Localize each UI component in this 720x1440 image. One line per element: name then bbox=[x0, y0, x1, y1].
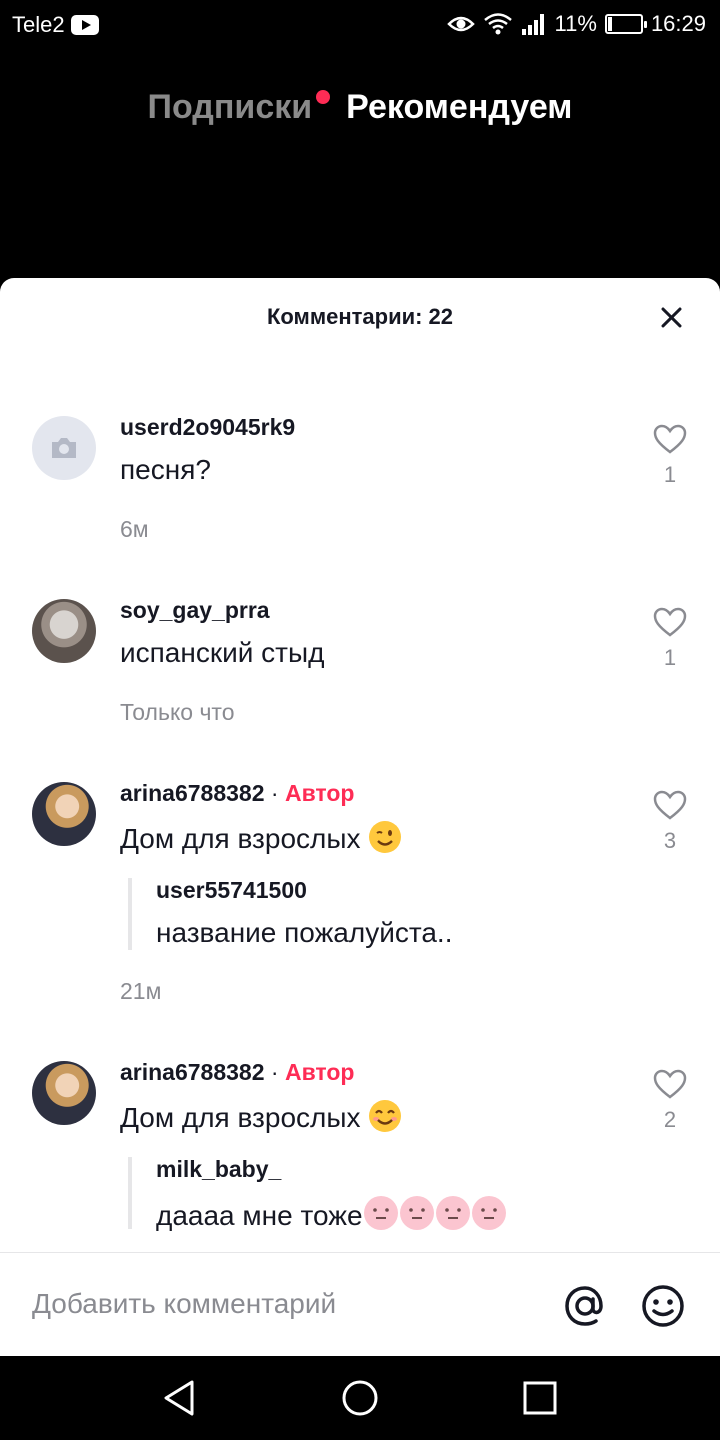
author-separator: · bbox=[270, 1059, 279, 1085]
like-count: 2 bbox=[663, 1107, 677, 1132]
tab-following-label: Подписки bbox=[147, 88, 313, 126]
reply-text-row: даааа мне тоже bbox=[156, 1195, 507, 1232]
like-button[interactable]: 2 bbox=[652, 1069, 688, 1133]
emoji-icon[interactable] bbox=[640, 1283, 686, 1329]
pink-face-emoji-icon bbox=[471, 1196, 506, 1230]
system-nav-bar bbox=[0, 1356, 720, 1440]
comment-text-row: Дом для взрослых bbox=[120, 820, 402, 855]
recents-icon[interactable] bbox=[520, 1378, 560, 1418]
comments-title: Комментарии: 22 bbox=[266, 304, 454, 329]
comment-input[interactable]: Добавить комментарий bbox=[32, 1288, 336, 1320]
heart-icon bbox=[653, 1069, 687, 1099]
comment-input-bar: Добавить комментарий bbox=[0, 1252, 720, 1356]
wifi-icon bbox=[483, 13, 512, 35]
avatar[interactable] bbox=[32, 416, 96, 480]
comment-text-row: Дом для взрослых bbox=[120, 1099, 402, 1134]
status-bar: Tele2 11% 16:29 bbox=[0, 0, 720, 50]
heart-icon bbox=[653, 607, 687, 637]
heart-icon bbox=[653, 424, 687, 454]
comment-username[interactable]: userd2o9045rk9 bbox=[120, 414, 295, 441]
at-icon[interactable] bbox=[562, 1283, 608, 1329]
comment-username: arina6788382 · Автор bbox=[120, 1059, 354, 1086]
home-icon[interactable] bbox=[340, 1378, 380, 1418]
comment-text: испанский стыд bbox=[120, 637, 325, 668]
status-icons: 11% 16:29 bbox=[446, 10, 706, 38]
comment-time: 6м bbox=[120, 516, 149, 542]
like-button[interactable]: 3 bbox=[652, 790, 688, 854]
avatar[interactable] bbox=[32, 1061, 96, 1125]
smile-emoji-icon bbox=[369, 1100, 402, 1132]
reply-username[interactable]: milk_baby_ bbox=[156, 1156, 281, 1183]
heart-icon bbox=[653, 790, 687, 820]
comment-time: Только что bbox=[120, 699, 235, 725]
back-icon[interactable] bbox=[160, 1378, 200, 1418]
wink-emoji-icon bbox=[369, 821, 402, 853]
comment-username-text[interactable]: arina6788382 bbox=[120, 1059, 265, 1085]
comment-text: Дом для взрослых bbox=[120, 1102, 361, 1133]
notification-dot bbox=[316, 90, 331, 104]
reply-text: даааа мне тоже bbox=[156, 1200, 363, 1231]
close-icon[interactable] bbox=[656, 302, 688, 334]
like-count: 1 bbox=[663, 645, 677, 670]
tab-for-you[interactable]: Рекомендуем bbox=[346, 88, 572, 127]
battery-fill bbox=[607, 17, 612, 31]
comment-username: arina6788382 · Автор bbox=[120, 780, 354, 807]
like-count: 3 bbox=[663, 828, 677, 853]
tab-for-you-label: Рекомендуем bbox=[346, 88, 573, 126]
feed-tabs: Подписки Рекомендуем bbox=[0, 88, 720, 127]
carrier-name: Tele2 bbox=[12, 12, 65, 37]
eye-icon bbox=[446, 16, 475, 32]
pink-face-emoji-icon bbox=[399, 1196, 434, 1230]
tab-following[interactable]: Подписки bbox=[147, 88, 331, 127]
avatar[interactable] bbox=[32, 599, 96, 663]
pink-face-emoji-icon bbox=[435, 1196, 470, 1230]
comment-text: песня? bbox=[120, 454, 211, 485]
comment-text: Дом для взрослых bbox=[120, 823, 361, 854]
avatar[interactable] bbox=[32, 782, 96, 846]
carrier: Tele2 bbox=[12, 12, 99, 38]
clock: 16:29 bbox=[650, 11, 706, 36]
signal-icon bbox=[521, 14, 544, 35]
comments-sheet: Комментарии: 22 userd2o9045rk9 песня? 6м… bbox=[0, 278, 720, 1356]
author-badge: Автор bbox=[284, 780, 355, 806]
like-count: 1 bbox=[663, 462, 677, 487]
reply-divider bbox=[128, 878, 132, 950]
comment-username[interactable]: soy_gay_prra bbox=[120, 597, 270, 624]
sheet-header: Комментарии: 22 bbox=[0, 278, 720, 358]
comment-time: 21м bbox=[120, 978, 162, 1004]
reply-username[interactable]: user55741500 bbox=[156, 877, 307, 904]
like-button[interactable]: 1 bbox=[652, 424, 688, 488]
author-badge: Автор bbox=[284, 1059, 355, 1085]
reply-divider bbox=[128, 1157, 132, 1229]
camera-icon bbox=[52, 438, 76, 458]
reply-text: название пожалуйста.. bbox=[156, 917, 453, 948]
author-separator: · bbox=[270, 780, 279, 806]
youtube-icon bbox=[70, 15, 99, 35]
battery-percent: 11% bbox=[554, 11, 597, 36]
like-button[interactable]: 1 bbox=[652, 607, 688, 671]
battery-icon bbox=[604, 14, 647, 34]
pink-face-emoji-icon bbox=[363, 1196, 398, 1230]
comment-username-text[interactable]: arina6788382 bbox=[120, 780, 265, 806]
